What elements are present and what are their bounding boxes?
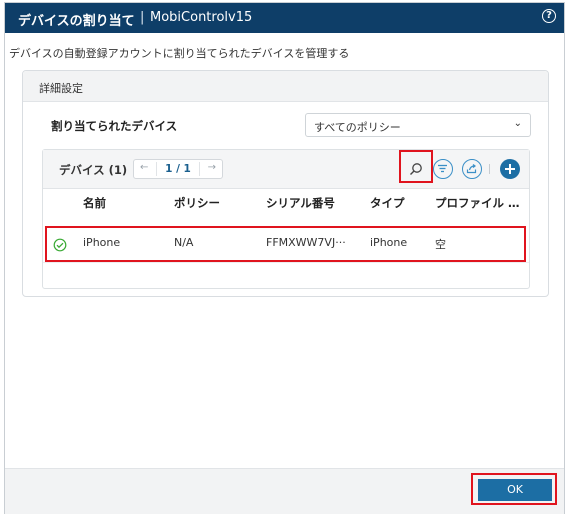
device-count: デバイス (1) [59,163,128,177]
col-name[interactable]: 名前 [83,195,106,211]
next-page-button[interactable]: → [208,162,216,173]
col-profile[interactable]: プロファイル … [435,195,520,211]
col-policy[interactable]: ポリシー [174,195,220,211]
ok-highlight [471,473,557,505]
device-table: デバイス (1) ← 1 / 1 → 名前 ポリシー シリアル番号 タイプ プロ… [42,149,530,289]
prev-page-button[interactable]: ← [140,162,148,173]
row-divider [43,262,529,263]
details-card: 詳細設定 割り当てられたデバイス すべてのポリシー ⌄ デバイス (1) ← 1… [22,70,549,297]
assign-devices-dialog: デバイスの割り当て | MobiControlv15 ? デバイスの自動登録アカ… [4,2,565,514]
device-table-toolbar: デバイス (1) ← 1 / 1 → [43,150,529,189]
app-name: MobiControlv15 [150,10,253,25]
col-type[interactable]: タイプ [370,195,405,211]
details-header: 詳細設定 [23,71,548,102]
chevron-down-icon: ⌄ [513,118,522,129]
filter-icon[interactable] [433,159,453,179]
search-highlight [399,150,433,183]
export-icon[interactable] [462,159,482,179]
dialog-titlebar: デバイスの割り当て | MobiControlv15 ? [5,3,564,33]
pager: ← 1 / 1 → [133,159,223,179]
details-title: 詳細設定 [39,82,83,95]
dialog-description: デバイスの自動登録アカウントに割り当てられたデバイスを管理する [9,47,350,60]
page-indicator: 1 / 1 [165,163,191,175]
title-separator: | [140,10,145,25]
assigned-devices-label: 割り当てられたデバイス [51,119,178,133]
dialog-title: デバイスの割り当て [18,14,135,29]
pager-divider [156,162,157,176]
toolbar-divider [489,164,490,174]
pager-divider [199,162,200,176]
policy-select[interactable]: すべてのポリシー ⌄ [305,113,531,137]
row-highlight [45,226,526,262]
add-icon[interactable] [500,159,520,179]
policy-select-value: すべてのポリシー [314,121,401,134]
help-icon[interactable]: ? [542,9,556,23]
col-serial[interactable]: シリアル番号 [266,195,335,211]
